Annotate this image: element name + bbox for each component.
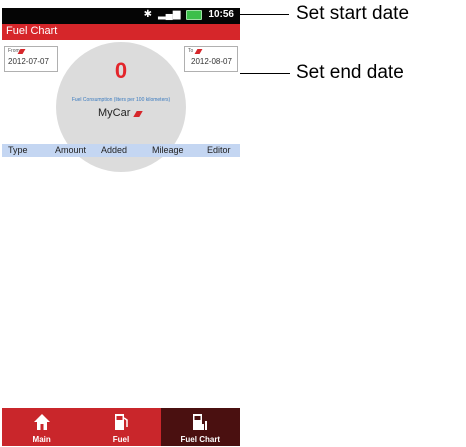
column-editor[interactable]: Editor xyxy=(207,145,231,155)
bluetooth-icon: ✱ xyxy=(143,9,152,20)
column-amount[interactable]: Amount xyxy=(55,145,86,155)
signal-icon: ▂▄▆ xyxy=(157,9,181,20)
bottom-tab-bar: Main Fuel Fuel Chart xyxy=(2,408,240,446)
tab-fuel[interactable]: Fuel xyxy=(81,408,161,446)
tab-fuel-chart[interactable]: Fuel Chart xyxy=(160,408,240,446)
column-mileage[interactable]: Mileage xyxy=(152,145,184,155)
tab-main[interactable]: Main xyxy=(2,408,82,446)
consumption-caption: Fuel Consumption (liters per 100 kilomet… xyxy=(71,97,171,103)
start-date-callout: Set start date xyxy=(296,3,410,24)
tab-main-label: Main xyxy=(32,435,51,444)
car-selector[interactable]: MyCar xyxy=(98,107,130,119)
column-type[interactable]: Type xyxy=(8,145,28,155)
tab-fuel-label: Fuel xyxy=(112,435,130,444)
fuel-chart-icon xyxy=(193,414,208,430)
app-title: Fuel Chart xyxy=(6,25,58,37)
tab-fuel-chart-label: Fuel Chart xyxy=(180,435,221,444)
to-label: To xyxy=(188,48,194,54)
home-icon xyxy=(33,414,50,430)
consumption-value: 0 xyxy=(114,58,128,83)
chart-header: From 2012-07-07 To 2012-08-07 0 Fuel Con… xyxy=(2,40,240,172)
status-time: 10:56 xyxy=(208,9,234,20)
status-bar: ✱ ▂▄▆ 10:56 xyxy=(2,8,240,24)
phone-screen: ✱ ▂▄▆ 10:56 Fuel Chart From 2012-07-07 T… xyxy=(2,8,240,446)
edit-marker-icon xyxy=(17,49,26,54)
battery-icon xyxy=(186,9,203,20)
edit-marker-icon xyxy=(194,49,203,54)
table-header-row: Type Amount Added Mileage Editor xyxy=(2,144,240,157)
fuel-pump-icon xyxy=(114,414,128,430)
app-title-bar: Fuel Chart xyxy=(2,24,240,40)
column-added[interactable]: Added xyxy=(101,145,127,155)
end-date-callout: Set end date xyxy=(296,62,404,83)
